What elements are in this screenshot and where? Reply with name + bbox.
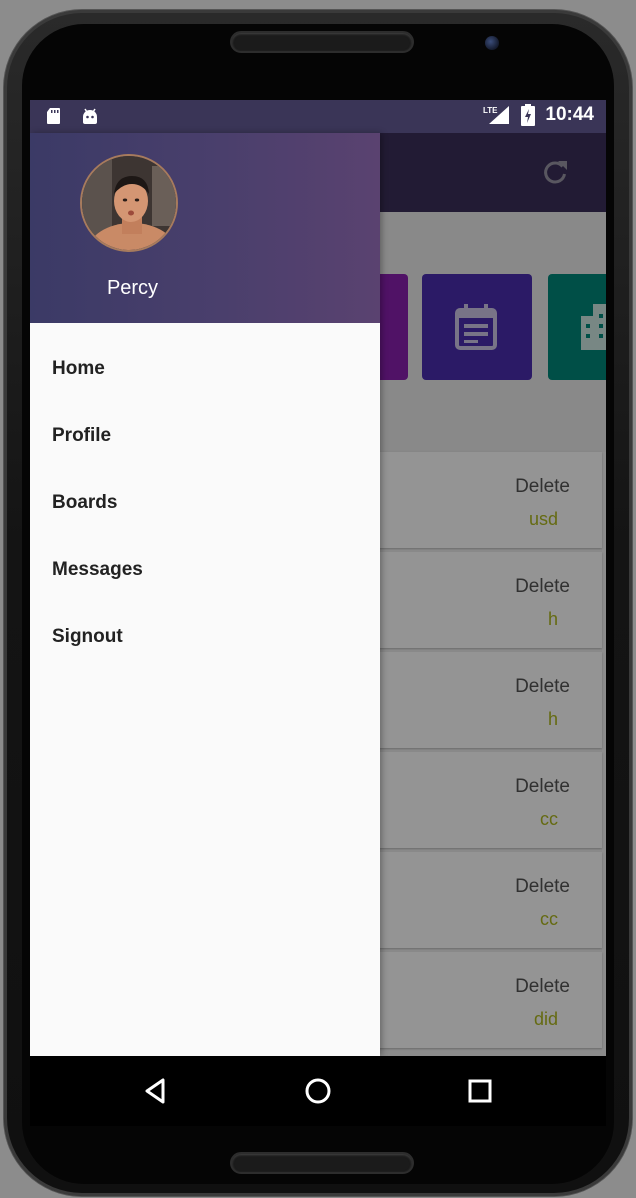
status-left-icons xyxy=(44,106,100,126)
status-right-icons: LTE 10:44 xyxy=(483,104,594,126)
phone-screen: LTE 10:44 Delete usd Delete h Delete h D… xyxy=(30,100,606,1126)
back-icon[interactable] xyxy=(139,1074,173,1108)
drawer-user-name: Percy xyxy=(106,277,159,299)
status-bar: LTE 10:44 xyxy=(30,100,606,133)
menu-item-profile[interactable]: Profile xyxy=(52,425,111,447)
device-background: LTE 10:44 Delete usd Delete h Delete h D… xyxy=(0,0,636,1198)
drawer-header: Percy xyxy=(30,133,380,323)
top-speaker xyxy=(230,31,414,53)
menu-item-signout[interactable]: Signout xyxy=(52,626,123,648)
home-icon[interactable] xyxy=(301,1074,335,1108)
signal-icon: LTE xyxy=(483,106,510,124)
system-navigation-bar xyxy=(30,1056,606,1126)
android-icon xyxy=(83,108,97,124)
avatar-photo xyxy=(82,156,176,250)
svg-text:LTE: LTE xyxy=(483,106,498,115)
avatar[interactable] xyxy=(80,154,178,252)
recents-icon[interactable] xyxy=(463,1074,497,1108)
sd-card-icon xyxy=(47,108,60,124)
navigation-drawer: Percy Home Profile Boards Messages Signo… xyxy=(30,133,380,1056)
front-camera xyxy=(485,36,499,50)
battery-icon xyxy=(521,104,536,126)
menu-item-messages[interactable]: Messages xyxy=(52,559,143,581)
menu-item-boards[interactable]: Boards xyxy=(52,492,117,514)
bottom-speaker xyxy=(230,1152,414,1174)
status-time: 10:44 xyxy=(545,104,594,125)
menu-item-home[interactable]: Home xyxy=(52,358,105,380)
